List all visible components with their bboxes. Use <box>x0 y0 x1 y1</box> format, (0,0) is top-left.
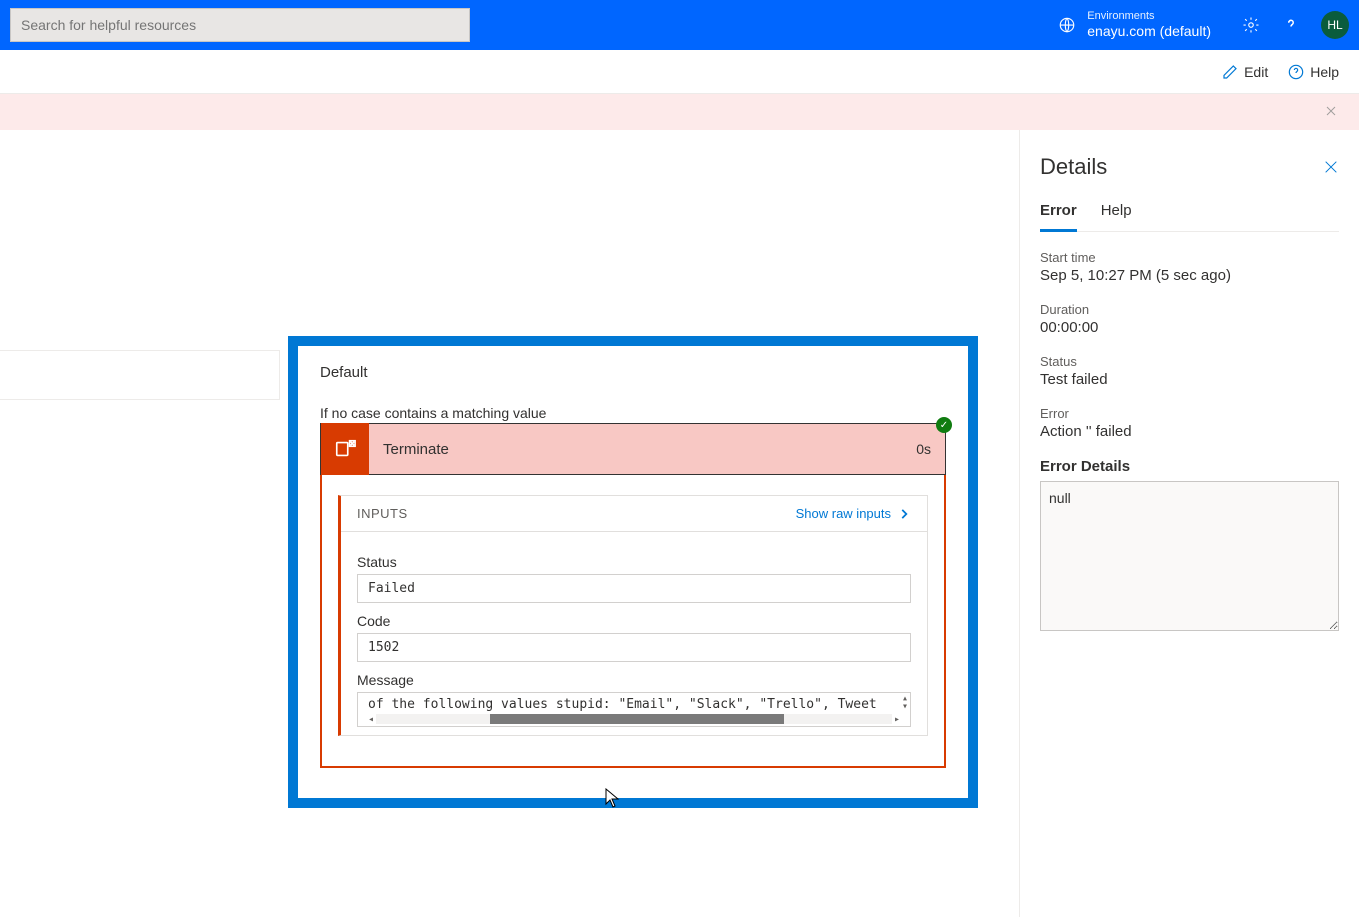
topbar: Environments enayu.com (default) HL <box>0 0 1359 50</box>
duration-value: 00:00:00 <box>1040 319 1339 336</box>
duration-label: Duration <box>1040 302 1339 317</box>
code-label: Code <box>357 613 911 629</box>
gear-icon[interactable] <box>1241 15 1261 35</box>
code-value: 1502 <box>357 633 911 662</box>
horizontal-scrollbar[interactable]: ◂ ▸ <box>368 712 900 726</box>
start-time-value: Sep 5, 10:27 PM (5 sec ago) <box>1040 267 1339 284</box>
pencil-icon <box>1222 64 1238 80</box>
terminate-header[interactable]: Terminate 0s ✓ <box>320 423 946 475</box>
default-subtext: If no case contains a matching value <box>320 405 946 421</box>
terminate-time: 0s <box>916 441 945 457</box>
show-raw-inputs-link[interactable]: Show raw inputs <box>796 506 911 521</box>
message-label: Message <box>357 672 911 688</box>
scroll-right-icon[interactable]: ▸ <box>894 714 900 725</box>
details-tabs: Error Help <box>1040 198 1339 232</box>
edit-label: Edit <box>1244 64 1268 80</box>
inputs-panel: INPUTS Show raw inputs Status Failed <box>338 495 928 736</box>
help-button[interactable]: Help <box>1288 64 1339 80</box>
command-bar: Edit Help <box>0 50 1359 94</box>
start-time-label: Start time <box>1040 250 1339 265</box>
environment-icon <box>1057 15 1077 35</box>
status-value: Failed <box>357 574 911 603</box>
close-icon[interactable] <box>1325 105 1339 119</box>
scroll-left-icon[interactable]: ◂ <box>368 714 374 725</box>
tab-error[interactable]: Error <box>1040 198 1077 232</box>
help-circle-icon <box>1288 64 1304 80</box>
message-value: of the following values stupid: "Email",… <box>368 697 877 712</box>
error-banner <box>0 94 1359 130</box>
scroll-up-down-icon[interactable]: ▴▾ <box>902 695 908 711</box>
environment-value: enayu.com (default) <box>1087 23 1211 40</box>
environment-label: Environments <box>1087 10 1211 23</box>
terminate-body: INPUTS Show raw inputs Status Failed <box>320 475 946 768</box>
error-details-box[interactable]: null <box>1040 481 1339 631</box>
environment-selector[interactable]: Environments enayu.com (default) <box>1057 10 1211 40</box>
details-title: Details <box>1040 154 1107 180</box>
help-icon[interactable] <box>1281 15 1301 35</box>
terminate-action: Terminate 0s ✓ INPUTS Show raw inputs <box>320 423 946 768</box>
status-label: Status <box>1040 354 1339 369</box>
success-check-icon: ✓ <box>936 417 952 433</box>
default-label: Default <box>320 364 946 381</box>
flow-canvas: Default If no case contains a matching v… <box>0 130 1019 917</box>
edit-button[interactable]: Edit <box>1222 64 1268 80</box>
message-value-box[interactable]: of the following values stupid: "Email",… <box>357 692 911 727</box>
error-label: Error <box>1040 406 1339 421</box>
details-pane: Details Error Help Start time Sep 5, 10:… <box>1019 130 1359 917</box>
search-input[interactable] <box>10 8 470 42</box>
main-area: Default If no case contains a matching v… <box>0 130 1359 917</box>
terminate-icon <box>321 423 369 475</box>
close-icon[interactable] <box>1323 159 1339 175</box>
terminate-title: Terminate <box>369 441 916 458</box>
avatar[interactable]: HL <box>1321 11 1349 39</box>
left-panel-stub <box>0 350 280 400</box>
chevron-right-icon <box>897 507 911 521</box>
status-value: Test failed <box>1040 371 1339 388</box>
tab-help[interactable]: Help <box>1101 198 1132 231</box>
help-label: Help <box>1310 64 1339 80</box>
switch-default-card: Default If no case contains a matching v… <box>288 336 978 808</box>
error-details-label: Error Details <box>1040 458 1339 475</box>
status-label: Status <box>357 554 911 570</box>
error-value: Action '' failed <box>1040 423 1339 440</box>
inputs-label: INPUTS <box>357 506 408 521</box>
